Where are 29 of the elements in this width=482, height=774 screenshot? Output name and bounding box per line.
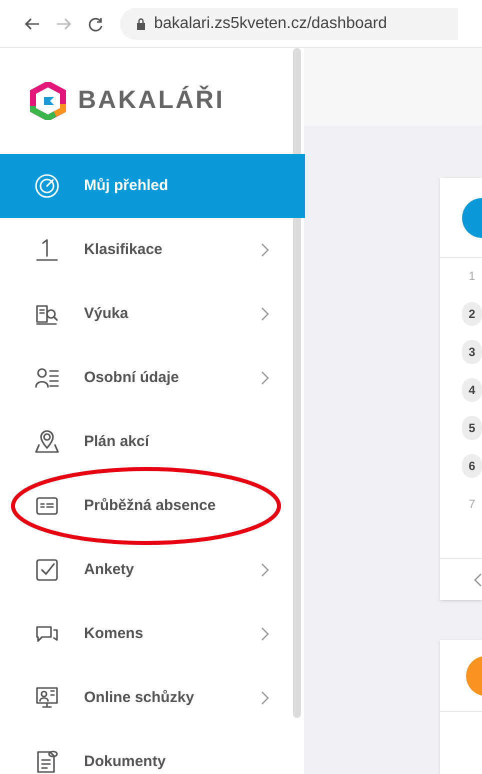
lesson-number: 7 bbox=[468, 496, 476, 513]
scrollbar-thumb[interactable] bbox=[293, 48, 301, 718]
logo-text: BAKALÁŘI bbox=[78, 84, 225, 116]
checkbox-icon bbox=[34, 557, 60, 583]
chevron-left-icon[interactable] bbox=[474, 572, 482, 588]
chevron-right-icon bbox=[260, 562, 270, 578]
chevron-right-icon bbox=[260, 690, 270, 706]
lesson-number: 1 bbox=[468, 268, 476, 285]
chevron-right-icon bbox=[260, 242, 270, 258]
lesson-number: 4 bbox=[462, 378, 482, 402]
logo-icon bbox=[30, 82, 66, 120]
document-icon bbox=[34, 749, 60, 774]
number-one-icon bbox=[34, 237, 60, 263]
map-pin-icon bbox=[34, 429, 60, 455]
chevron-right-icon bbox=[260, 306, 270, 322]
lesson-number: 2 bbox=[462, 302, 482, 326]
reload-icon[interactable] bbox=[88, 16, 104, 32]
gauge-icon bbox=[34, 173, 60, 199]
lesson-number: 6 bbox=[462, 454, 482, 478]
lesson-number: 3 bbox=[462, 340, 482, 364]
url-text: bakalari.zs5kveten.cz/dashboard bbox=[154, 14, 388, 34]
chevron-right-icon bbox=[260, 626, 270, 642]
address-bar[interactable]: bakalari.zs5kveten.cz/dashboard bbox=[120, 8, 458, 40]
back-icon[interactable] bbox=[24, 16, 40, 30]
forward-icon[interactable] bbox=[56, 16, 72, 30]
chevron-right-icon bbox=[260, 370, 270, 386]
video-call-icon bbox=[34, 685, 60, 711]
lock-icon bbox=[136, 18, 146, 30]
lesson-number: 5 bbox=[462, 416, 482, 440]
